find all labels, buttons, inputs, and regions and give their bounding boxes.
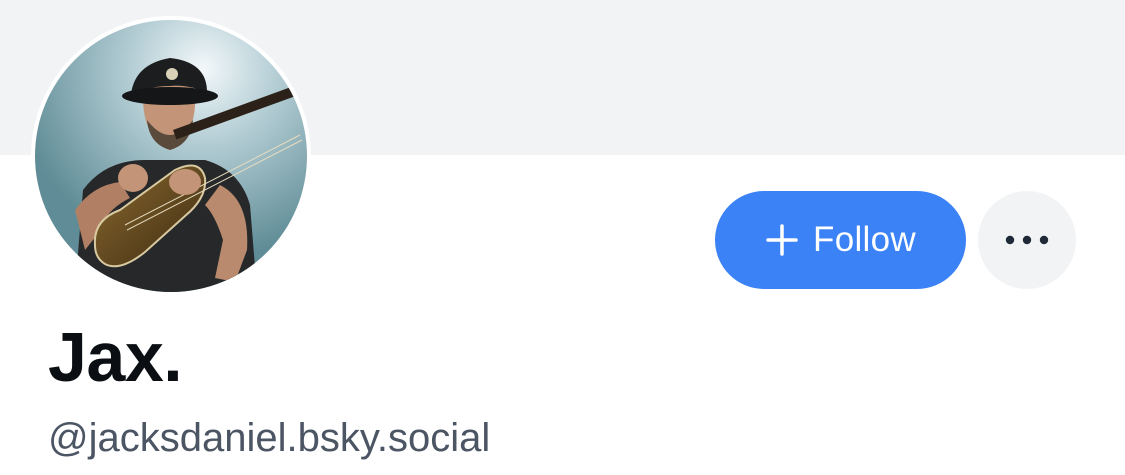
ellipsis-icon [1005,235,1049,245]
plus-icon [766,224,798,256]
profile-header: Follow Jax. @jacksdaniel.bsky.social [0,0,1125,475]
avatar[interactable] [31,16,311,296]
more-options-button[interactable] [978,191,1076,289]
profile-handle[interactable]: @jacksdaniel.bsky.social [48,418,490,458]
display-name: Jax. [48,318,183,396]
follow-button[interactable]: Follow [715,191,966,289]
follow-label: Follow [813,220,916,259]
avatar-photo [35,20,307,292]
